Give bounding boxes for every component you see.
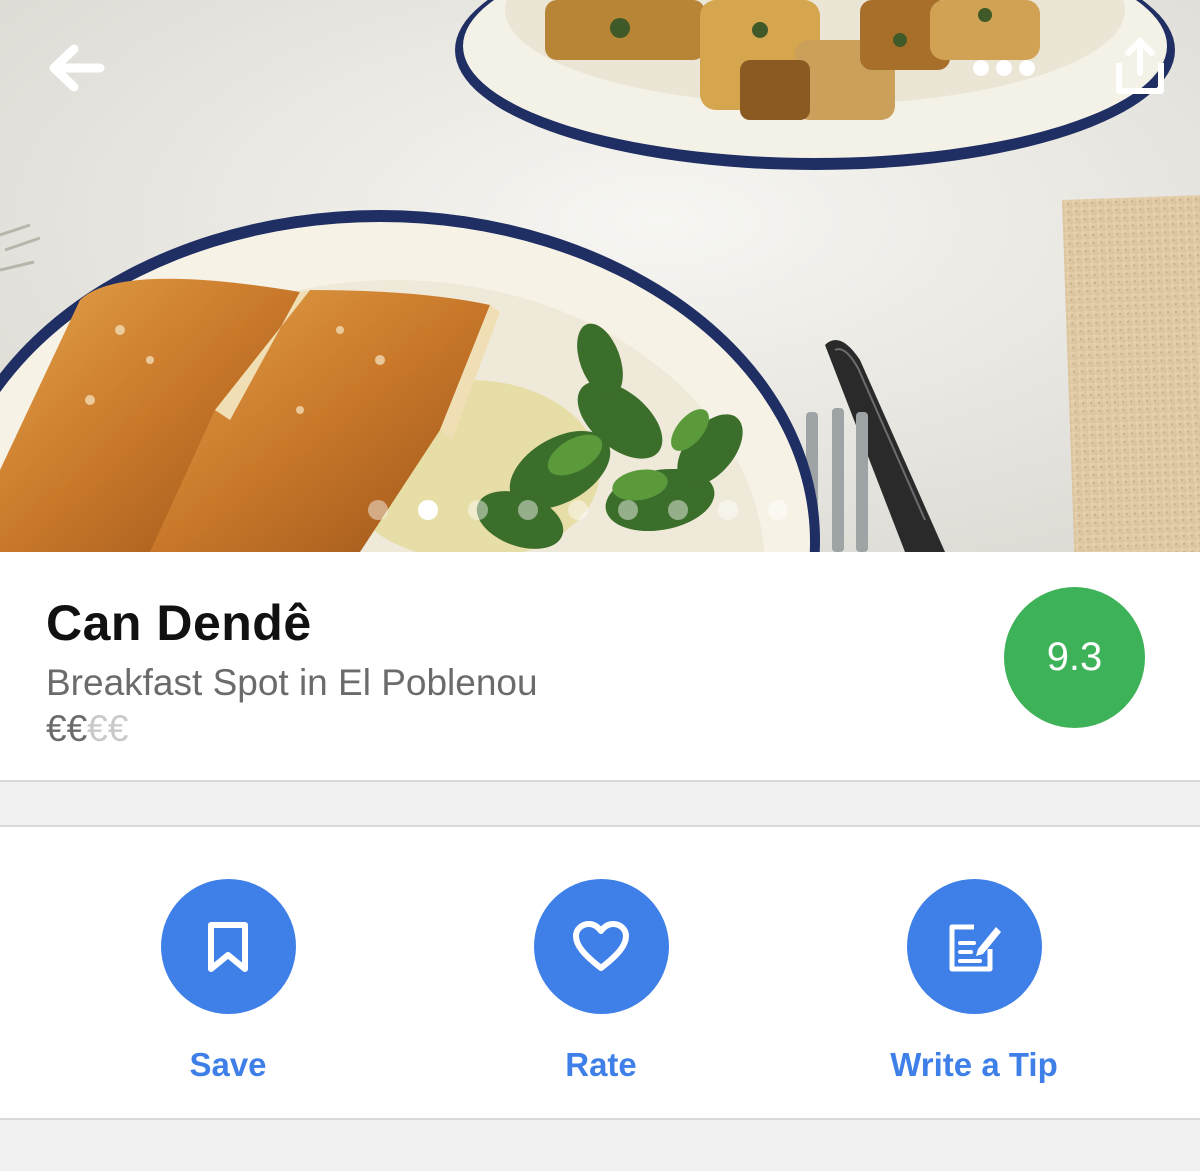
save-button-circle[interactable] [160,879,296,1014]
write-tip-button-circle[interactable] [906,879,1042,1014]
heart-icon [573,920,629,971]
photo-dot[interactable] [568,500,588,520]
photo-dot[interactable] [468,500,488,520]
rate-button[interactable]: Rate [471,879,731,1084]
more-button[interactable] [962,40,1046,96]
bookmark-icon [208,921,248,972]
price-tier-active: €€ [46,708,88,749]
rate-button-circle[interactable] [533,879,669,1014]
photo-dot[interactable] [368,500,388,520]
price-tier-inactive: €€ [87,708,129,749]
venue-score: 9.3 [1046,635,1103,679]
venue-photo-gallery[interactable] [0,0,1200,552]
venue-score-badge[interactable]: 9.3 [1004,587,1145,728]
edit-note-icon [949,924,1001,971]
photo-dot-active[interactable] [418,500,438,520]
photo-pagination-dots[interactable] [368,500,818,520]
section-divider [0,782,1200,827]
price-tier: €€€€ [46,708,128,750]
share-button[interactable] [1104,28,1176,104]
back-button[interactable] [36,30,116,106]
venue-header: Can Dendê Breakfast Spot in El Poblenou … [0,552,1200,782]
photo-dot[interactable] [618,500,638,520]
section-divider [0,1118,1200,1171]
photo-dot[interactable] [668,500,688,520]
photo-dot[interactable] [718,500,738,520]
share-icon [1116,38,1164,94]
action-bar: Save Rate Write a Tip [0,827,1200,1118]
save-button[interactable]: Save [98,879,358,1084]
arrow-left-icon [49,44,105,92]
venue-category-location[interactable]: Breakfast Spot in El Poblenou [46,662,538,704]
more-horizontal-icon [973,60,1035,76]
save-label[interactable]: Save [189,1046,266,1084]
photo-dot[interactable] [768,500,788,520]
venue-name: Can Dendê [46,595,312,651]
rate-label[interactable]: Rate [565,1046,637,1084]
write-tip-label[interactable]: Write a Tip [890,1046,1057,1084]
photo-dot[interactable] [518,500,538,520]
write-tip-button[interactable]: Write a Tip [844,879,1104,1084]
